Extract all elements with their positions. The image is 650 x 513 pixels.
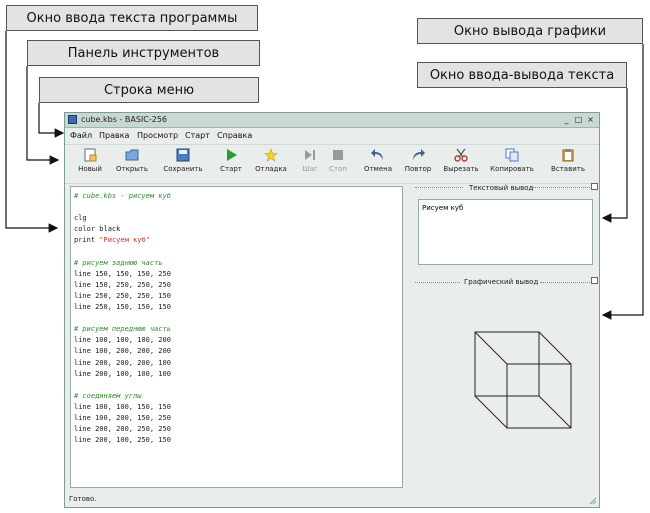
cube-drawing [474, 331, 572, 429]
arrow-editor [5, 31, 59, 233]
cube-edge-4 [538, 331, 572, 365]
code-line: line 200, 100, 100, 100 [74, 369, 171, 378]
code-line: line 200, 100, 250, 150 [74, 436, 171, 445]
open-folder-icon [125, 149, 139, 161]
paste-button[interactable]: Вставить [545, 148, 591, 182]
copy-button[interactable]: Копировать [489, 148, 535, 182]
stop-icon [333, 150, 343, 160]
status-bar: Готово. [69, 495, 97, 503]
arrow-textio [601, 88, 628, 223]
resize-grip-icon[interactable] [589, 497, 597, 505]
basic256-window: cube.kbs - BASIC-256 _ □ × Файл Правка П… [64, 112, 600, 508]
code-line: line 250, 150, 150, 150 [74, 303, 171, 311]
new-label: Новый [78, 165, 102, 173]
paste-label: Вставить [551, 165, 585, 173]
text-output-content: Рисуем куб [422, 204, 464, 212]
cube-edge-3 [538, 395, 572, 429]
code-line: # cube.kbs - рисуем куб [74, 192, 171, 200]
text-output-float-button[interactable] [591, 183, 598, 190]
code-line: line 200, 200, 200, 100 [74, 358, 171, 367]
menu-help[interactable]: Справка [217, 131, 252, 140]
maximize-button[interactable]: □ [574, 115, 583, 124]
save-button[interactable]: Сохранить [160, 148, 206, 182]
arrow-graphics [601, 44, 644, 320]
new-button[interactable]: Новый [67, 148, 113, 182]
redo-icon [413, 149, 425, 160]
stop-label: Стоп [329, 165, 347, 173]
cube-edge-1 [474, 331, 508, 365]
save-label: Сохранить [163, 165, 203, 173]
code-line: # рисуем заднюю часть [74, 258, 163, 267]
cut-label: Вырезать [443, 165, 479, 173]
code-line: line 150, 250, 250, 250 [74, 280, 171, 289]
scissors-icon [454, 148, 468, 162]
run-label: Старт [220, 165, 242, 173]
menu-view[interactable]: Просмотр [137, 131, 178, 140]
close-button[interactable]: × [586, 115, 595, 124]
graphics-output-area [414, 289, 596, 489]
new-file-icon [84, 148, 97, 162]
code-line: # соединяем углы [74, 391, 142, 400]
code-line: clg [74, 214, 87, 223]
arrow-toolbar [26, 66, 60, 165]
paste-icon [562, 149, 574, 162]
graphics-output-dock-grip [415, 282, 460, 284]
code-line: # рисуем переднюю часть [74, 325, 171, 334]
text-output-dock-grip-right [530, 187, 590, 189]
code-line: line 100, 200, 200, 200 [74, 347, 171, 356]
redo-button[interactable]: Повтор [395, 148, 441, 182]
code-line: print "Рисуем куб" [74, 236, 150, 245]
code-line: line 200, 200, 250, 250 [74, 425, 171, 434]
debug-label: Отладка [255, 165, 287, 173]
graphics-output-title: Графический вывод [464, 278, 539, 286]
title-bar: cube.kbs - BASIC-256 _ □ × [65, 113, 599, 128]
copy-label: Копировать [490, 165, 534, 173]
menu-file[interactable]: Файл [70, 131, 92, 140]
arrow-menubar [38, 103, 65, 138]
graphics-output-float-button[interactable] [591, 277, 598, 284]
open-label: Открыть [116, 165, 148, 173]
cube-edge-2 [474, 395, 508, 429]
toolbar: Новый Открыть Сохранить Старт Отладка Ша… [65, 144, 599, 184]
play-icon [227, 149, 237, 161]
graphics-output-dock-grip-right [540, 282, 590, 284]
copy-icon [505, 148, 519, 162]
window-title: cube.kbs - BASIC-256 [81, 115, 168, 124]
code-line: color black [74, 225, 121, 234]
undo-icon [371, 149, 383, 160]
app-icon [68, 115, 77, 124]
code-line: line 100, 100, 150, 150 [74, 402, 171, 411]
code-line: line 250, 250, 250, 150 [74, 291, 171, 300]
redo-label: Повтор [404, 165, 432, 173]
open-button[interactable]: Открыть [109, 148, 155, 182]
code-line: line 100, 200, 150, 250 [74, 414, 171, 422]
code-line: line 150, 150, 150, 250 [74, 269, 171, 278]
text-output-title: Текстовый вывод [469, 184, 534, 192]
text-output-dock-grip [415, 187, 463, 189]
menu-edit[interactable]: Правка [99, 131, 129, 140]
code-line: line 100, 100, 100, 200 [74, 336, 171, 345]
undo-label: Отмена [363, 165, 393, 173]
debug-star-icon [264, 148, 278, 162]
menu-run[interactable]: Старт [185, 131, 210, 140]
program-editor[interactable]: # cube.kbs - рисуем куб clg color black pri… [70, 186, 403, 488]
cut-button[interactable]: Вырезать [438, 148, 484, 182]
text-output-area[interactable]: Рисуем куб [418, 199, 593, 265]
minimize-button[interactable]: _ [562, 115, 571, 124]
save-icon [176, 148, 190, 162]
menu-bar: Файл Правка Просмотр Старт Справка [65, 128, 599, 142]
